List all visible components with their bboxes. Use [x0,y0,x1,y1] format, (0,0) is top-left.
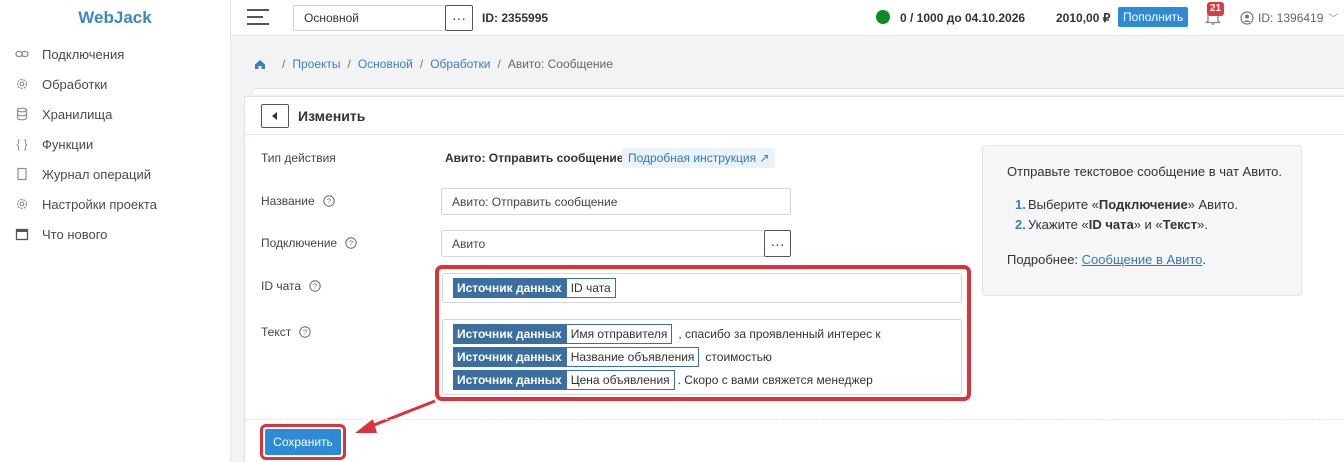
sidebar-item-operations-log[interactable]: Журнал операций [0,159,230,189]
link-icon [15,47,29,61]
cog-icon [15,77,29,91]
sidebar-item-connections[interactable]: Подключения [0,39,230,69]
sidebar: WebJack Подключения Обработки Хранилища … [0,0,231,462]
text-label: Текст ? [261,325,311,339]
sidebar-item-label: Что нового [42,226,108,242]
edit-card: Изменить Тип действия Авито: Отправить с… [244,96,1344,462]
document-icon [15,167,29,181]
sidebar-item-processing[interactable]: Обработки [0,69,230,99]
sidebar-item-label: Хранилища [42,106,113,122]
svg-text:?: ? [349,239,353,248]
svg-text:?: ? [303,328,307,337]
topbar: Основной ··· ID: 2355995 0 / 1000 до 04.… [231,0,1344,36]
breadcrumb: / Проекты / Основной / Обработки / Авито… [254,57,613,71]
user-menu[interactable]: ID: 1396419 ﹀ [1240,10,1338,25]
breadcrumb-project[interactable]: Основной [358,57,413,71]
info-more: Подробнее: Сообщение в Авито. [1007,252,1207,267]
calendar-icon [15,227,29,241]
chevron-down-icon: ﹀ [1328,14,1339,25]
user-icon [1240,10,1254,25]
connection-menu-button[interactable]: ··· [764,230,791,257]
user-id: ID: 1396419 [1258,10,1324,25]
save-button[interactable]: Сохранить [265,429,341,455]
quota-text: 0 / 1000 до 04.10.2026 [900,11,1026,25]
sidebar-item-whats-new[interactable]: Что нового [0,219,230,249]
info-intro: Отправьте текстовое сообщение в чат Авит… [1007,164,1283,179]
braces-icon: { } [16,137,28,151]
svg-text:?: ? [327,197,331,206]
notifications-badge: 21 [1207,2,1225,16]
card-header: Изменить [245,97,1344,135]
sidebar-item-functions[interactable]: { } Функции [0,129,230,159]
sidebar-item-label: Настройки проекта [42,196,157,212]
menu-toggle-icon[interactable] [247,9,269,26]
help-icon[interactable]: ? [309,280,321,292]
page-title: Изменить [298,107,366,124]
help-icon[interactable]: ? [299,326,311,338]
more-link[interactable]: Сообщение в Авито [1082,252,1203,267]
status-indicator [876,10,890,24]
sidebar-item-label: Обработки [42,76,108,92]
chat-id-label: ID чата ? [261,279,321,293]
sidebar-item-label: Подключения [42,46,125,62]
project-menu-button[interactable]: ··· [445,5,473,31]
back-button[interactable] [261,103,289,128]
breadcrumb-processing[interactable]: Обработки [430,57,490,71]
logo[interactable]: WebJack [0,0,230,36]
card-stack-edge [252,88,1344,94]
type-label: Тип действия [261,151,336,165]
sidebar-item-project-settings[interactable]: Настройки проекта [0,189,230,219]
cog-icon [15,197,29,211]
name-input[interactable]: Авито: Отправить сообщение [441,188,791,215]
type-value: Авито: Отправить сообщение [445,151,624,165]
connection-label: Подключение ? [261,236,357,250]
caret-left-icon [272,111,277,120]
help-icon[interactable]: ? [322,195,335,207]
database-icon [15,107,29,121]
sidebar-item-label: Функции [42,136,94,152]
svg-text:?: ? [313,282,317,291]
info-step: 1. Выберите «Подключение» Авито. [1015,197,1239,212]
topup-button[interactable]: Пополнить [1118,7,1189,27]
instruction-link[interactable]: Подробная инструкция ↗ [622,148,776,168]
save-highlight: Сохранить [260,424,346,460]
sidebar-item-storage[interactable]: Хранилища [0,99,230,129]
arrow-annotation [355,399,436,433]
project-select[interactable]: Основной [293,5,445,31]
connection-select[interactable]: Авито [441,230,765,257]
breadcrumb-projects[interactable]: Проекты [292,57,340,71]
sidebar-item-label: Журнал операций [42,166,151,182]
highlight-frame [435,265,971,401]
project-id: ID: 2355995 [482,11,549,25]
help-icon[interactable]: ? [345,237,357,249]
info-step: 2. Укажите «ID чата» и «Текст». [1015,217,1208,232]
balance-amount: 2010,00 ₽ [1056,11,1111,25]
sidebar-nav: Подключения Обработки Хранилища { } Функ… [0,39,230,249]
divider [245,419,1344,420]
breadcrumb-current: Авито: Сообщение [507,57,613,71]
name-label: Название ? [261,194,335,208]
home-icon[interactable] [254,58,266,70]
info-box: Отправьте текстовое сообщение в чат Авит… [982,145,1302,296]
